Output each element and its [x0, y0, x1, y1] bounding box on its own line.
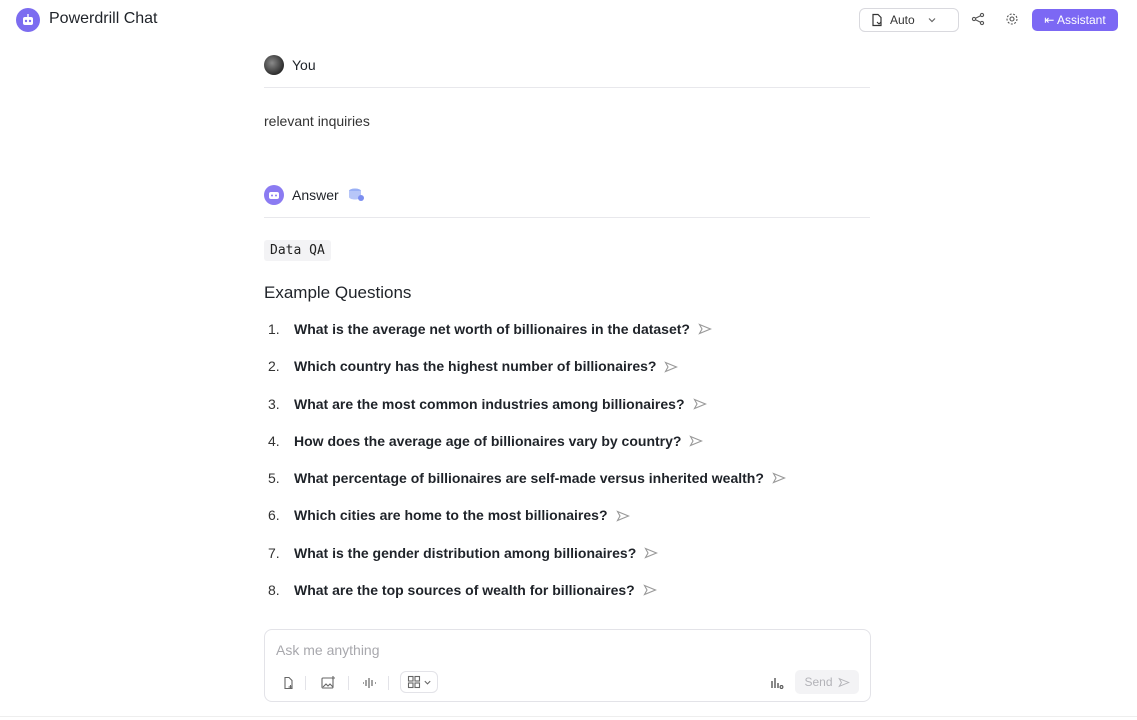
send-arrow-icon[interactable] [615, 506, 630, 528]
chat-input[interactable] [276, 642, 836, 658]
send-arrow-icon[interactable] [644, 543, 659, 565]
attach-file-icon[interactable] [281, 674, 295, 692]
question-item[interactable]: 1. What is the average net worth of billi… [264, 318, 870, 341]
question-item[interactable]: 5. What percentage of billionaires are se… [264, 467, 814, 490]
question-item[interactable]: 8. What are the top sources of wealth for… [264, 579, 870, 602]
user-message: You [264, 54, 870, 88]
voice-icon[interactable] [361, 674, 377, 692]
database-icon [347, 187, 365, 203]
section-title: Example Questions [264, 283, 412, 302]
user-name: You [292, 57, 316, 73]
mode-select-label: Auto [890, 13, 915, 27]
question-text[interactable]: What is the average net worth of billion… [294, 321, 690, 337]
question-text[interactable]: What is the gender distribution among bi… [294, 545, 636, 561]
answer-message: Answer [264, 184, 870, 218]
chart-icon[interactable] [769, 674, 785, 692]
send-arrow-icon[interactable] [689, 431, 704, 453]
bottom-divider [0, 716, 1137, 717]
answer-tag-row: Data QA [264, 240, 870, 261]
grid-icon [407, 675, 421, 689]
question-item[interactable]: 6. Which cities are home to the most bill… [264, 504, 870, 527]
user-avatar [264, 55, 284, 75]
send-arrow-icon[interactable] [642, 580, 657, 602]
user-message-header: You [264, 54, 870, 76]
bot-avatar [264, 185, 284, 205]
file-icon [870, 13, 884, 27]
assistant-button[interactable]: ⇤ Assistant [1032, 9, 1118, 31]
send-arrow-icon [837, 677, 850, 688]
question-item[interactable]: 7. What is the gender distribution among … [264, 542, 870, 565]
user-message-text: relevant inquiries [264, 113, 370, 129]
app-title: Powerdrill Chat [49, 10, 158, 27]
send-button[interactable]: Send [795, 670, 859, 694]
image-icon[interactable] [320, 674, 336, 692]
question-text[interactable]: How does the average age of billionaires… [294, 433, 681, 449]
assistant-button-label: ⇤ Assistant [1044, 13, 1106, 27]
chat-composer: Send [264, 629, 871, 702]
toolbar-separator [388, 676, 389, 690]
send-arrow-icon[interactable] [692, 394, 707, 416]
toolbar-separator [305, 676, 306, 690]
questions-list: 1. What is the average net worth of billi… [264, 318, 870, 602]
question-item[interactable]: 3. What are the most common industries am… [264, 393, 870, 416]
question-text[interactable]: What percentage of billionaires are self… [294, 470, 764, 486]
toolbar-separator [348, 676, 349, 690]
mode-select[interactable]: Auto [859, 8, 959, 32]
question-text[interactable]: Which country has the highest number of … [294, 358, 656, 374]
questions-list-wrap: 1. What is the average net worth of billi… [264, 318, 870, 602]
chevron-down-icon [927, 15, 937, 25]
robot-logo-icon [16, 8, 40, 32]
answer-header: Answer [264, 184, 870, 206]
top-bar: Powerdrill Chat Auto ⇤ Assistant [0, 0, 1137, 40]
answer-author: Answer [292, 187, 339, 203]
divider [264, 217, 870, 218]
question-text[interactable]: What are the top sources of wealth for b… [294, 582, 635, 598]
question-item[interactable]: 4. How does the average age of billionair… [264, 430, 870, 453]
question-item[interactable]: 2. Which country has the highest number o… [264, 355, 870, 378]
divider [264, 87, 870, 88]
send-arrow-icon[interactable] [664, 357, 679, 379]
send-arrow-icon[interactable] [698, 319, 712, 341]
question-text[interactable]: What are the most common industries amon… [294, 396, 685, 412]
question-text[interactable]: Which cities are home to the most billio… [294, 507, 608, 523]
grid-menu-button[interactable] [400, 671, 438, 693]
answer-tag: Data QA [264, 240, 331, 261]
share-icon[interactable] [970, 11, 986, 27]
gear-icon[interactable] [1004, 11, 1020, 27]
send-button-label: Send [804, 675, 833, 689]
chevron-down-icon [423, 678, 432, 687]
send-arrow-icon[interactable] [772, 468, 786, 490]
